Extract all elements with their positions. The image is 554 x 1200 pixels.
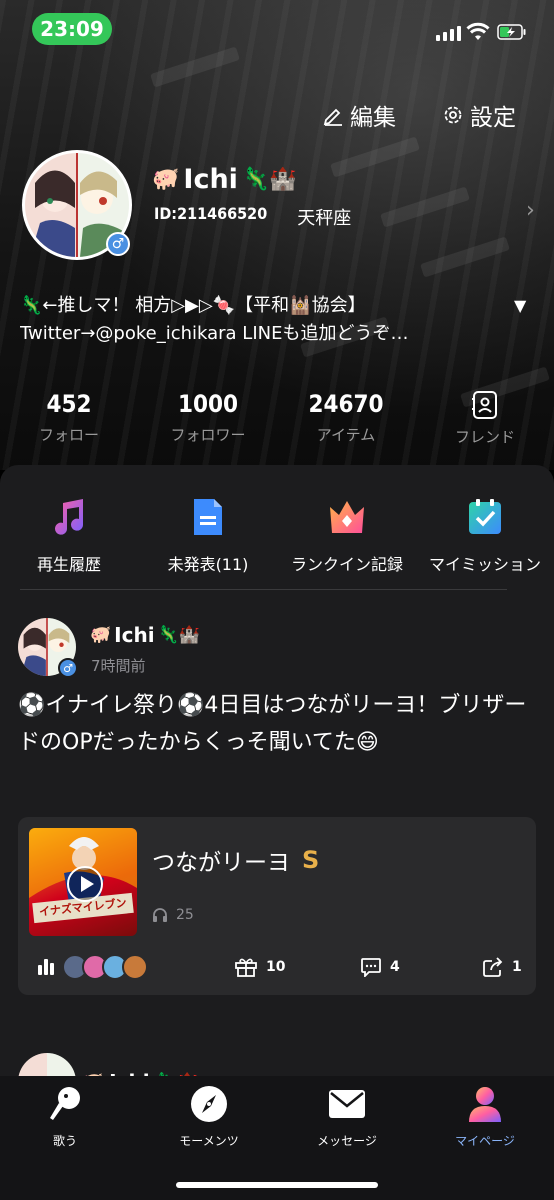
name-prefix-emoji: 🐖 <box>152 167 180 192</box>
compass-icon <box>189 1084 229 1124</box>
tab-sing[interactable]: 歌う <box>10 1084 120 1149</box>
stat-friends[interactable]: フレンド <box>420 390 550 447</box>
post-author-avatar[interactable]: ♂ <box>18 618 78 678</box>
contact-book-icon <box>472 391 497 419</box>
edit-label: 編集 <box>350 105 396 131</box>
settings-button[interactable]: 設定 <box>442 98 516 132</box>
stat-label: フォロワー <box>170 426 246 444</box>
comment-icon <box>361 958 381 977</box>
song-engagement-row: 10 4 1 <box>18 953 536 983</box>
name-suffix-emoji: 🦎🏰 <box>241 167 297 192</box>
tab-my-page[interactable]: マイページ <box>430 1084 540 1149</box>
profile-stats: 452 フォロー 1000 フォロワー 24670 アイテム フレンド <box>0 390 554 452</box>
mail-icon <box>327 1084 367 1124</box>
profile-id: ID:211466520 <box>154 204 268 223</box>
quick-label: 未発表(11) <box>167 555 249 574</box>
share-icon <box>483 957 503 977</box>
pencil-icon <box>323 108 342 126</box>
section-divider <box>20 589 507 590</box>
stat-label: フォロー <box>38 426 99 444</box>
document-icon <box>188 497 228 537</box>
profile-bio[interactable]: 🦎←推しマ！ 相方▷▶︎▷🍬【平和🕍協会】 Twitter→@poke_ichi… <box>20 292 490 348</box>
post-text: ⚽イナイレ祭り⚽4日目はつながリーヨ！ブリザードのOPだったからくっそ聞いてた😄 <box>18 693 527 755</box>
listener-avatar <box>122 954 148 980</box>
bio-line-2: Twitter→@poke_ichikara LINEも追加どうぞ… <box>20 323 409 344</box>
play-icon[interactable] <box>67 866 103 902</box>
stat-items[interactable]: 24670 アイテム <box>281 390 411 445</box>
gift-icon <box>235 958 257 977</box>
stat-value: 452 <box>46 390 92 418</box>
listener-avatars[interactable] <box>62 954 148 980</box>
comment-count: 4 <box>390 959 400 975</box>
headphones-icon <box>153 908 167 922</box>
crown-icon <box>327 497 367 537</box>
profile-meta: ID:211466520 天秤座 <box>154 204 351 230</box>
my-mission-button[interactable]: マイミッション <box>416 497 554 575</box>
author-prefix-emoji: 🐖 <box>90 625 112 645</box>
listen-count: 25 <box>152 907 194 923</box>
battery-charging-icon <box>497 24 526 40</box>
gift-button[interactable]: 10 <box>234 957 285 977</box>
share-count: 1 <box>512 959 522 975</box>
profile-name-row: 🐖 Ichi 🦎🏰 <box>152 164 297 195</box>
stat-value: 1000 <box>177 390 239 418</box>
post-timestamp: 7時間前 <box>91 657 146 675</box>
stat-label: アイテム <box>316 426 376 444</box>
song-title: つながリーヨ <box>152 850 290 876</box>
author-suffix-emoji: 🦎🏰 <box>157 625 200 645</box>
profile-avatar[interactable]: ♂ <box>22 150 132 260</box>
post-author-name: Ichi <box>114 623 155 647</box>
gear-icon <box>444 106 462 124</box>
share-button[interactable]: 1 <box>482 957 522 977</box>
stat-label: フレンド <box>454 428 515 446</box>
play-history-button[interactable]: 再生履歴 <box>0 497 138 575</box>
stat-follow[interactable]: 452 フォロー <box>4 390 134 445</box>
tab-moments[interactable]: モーメンツ <box>154 1084 264 1149</box>
rank-badge: S <box>302 846 320 874</box>
listen-count-value: 25 <box>176 907 194 923</box>
song-title-row: つながリーヨ S <box>152 843 319 877</box>
tab-label: メッセージ <box>317 1134 377 1148</box>
song-card[interactable]: イナズマイレブン つながリーヨ S 25 10 4 1 <box>18 817 536 995</box>
microphone-icon <box>45 1084 85 1124</box>
status-time: 23:09 <box>32 13 112 45</box>
mission-check-icon <box>465 497 505 537</box>
quick-actions: 再生履歴 未発表(11) ランクイン記録 マイミッション <box>0 497 554 577</box>
music-note-icon <box>49 497 89 537</box>
post-author-name-row[interactable]: 🐖 Ichi 🦎🏰 <box>90 623 200 647</box>
status-bar: 23:09 <box>0 0 554 60</box>
comment-button[interactable]: 4 <box>360 957 400 977</box>
quick-label: 再生履歴 <box>36 555 101 574</box>
home-indicator[interactable] <box>176 1182 378 1188</box>
quick-label: マイミッション <box>428 555 541 574</box>
song-cover[interactable]: イナズマイレブン <box>29 828 137 936</box>
gender-male-badge: ♂ <box>58 658 78 678</box>
person-icon <box>465 1084 505 1124</box>
tab-label: モーメンツ <box>179 1134 239 1148</box>
tab-label: マイページ <box>455 1134 515 1148</box>
profile-zodiac: 天秤座 <box>297 208 352 229</box>
gift-count: 10 <box>266 959 286 975</box>
stat-value: 24670 <box>308 390 384 418</box>
bar-chart-icon[interactable] <box>38 959 54 975</box>
quick-label: ランクイン記録 <box>290 555 403 574</box>
rank-in-record-button[interactable]: ランクイン記録 <box>278 497 416 575</box>
gender-male-badge: ♂ <box>106 232 130 256</box>
bio-expand-caret-icon[interactable]: ▼ <box>514 296 526 315</box>
wifi-icon <box>466 22 490 40</box>
stat-followers[interactable]: 1000 フォロワー <box>143 390 273 445</box>
bio-line-1: 🦎←推しマ！ 相方▷▶︎▷🍬【平和🕍協会】 <box>20 295 366 316</box>
profile-name: Ichi <box>183 164 238 195</box>
chevron-right-icon[interactable]: › <box>526 198 535 223</box>
tab-messages[interactable]: メッセージ <box>292 1084 402 1149</box>
cellular-signal-icon <box>436 26 461 41</box>
settings-label: 設定 <box>470 105 516 131</box>
tab-label: 歌う <box>52 1134 77 1148</box>
unpublished-button[interactable]: 未発表(11) <box>139 497 277 575</box>
edit-profile-button[interactable]: 編集 <box>322 98 396 132</box>
